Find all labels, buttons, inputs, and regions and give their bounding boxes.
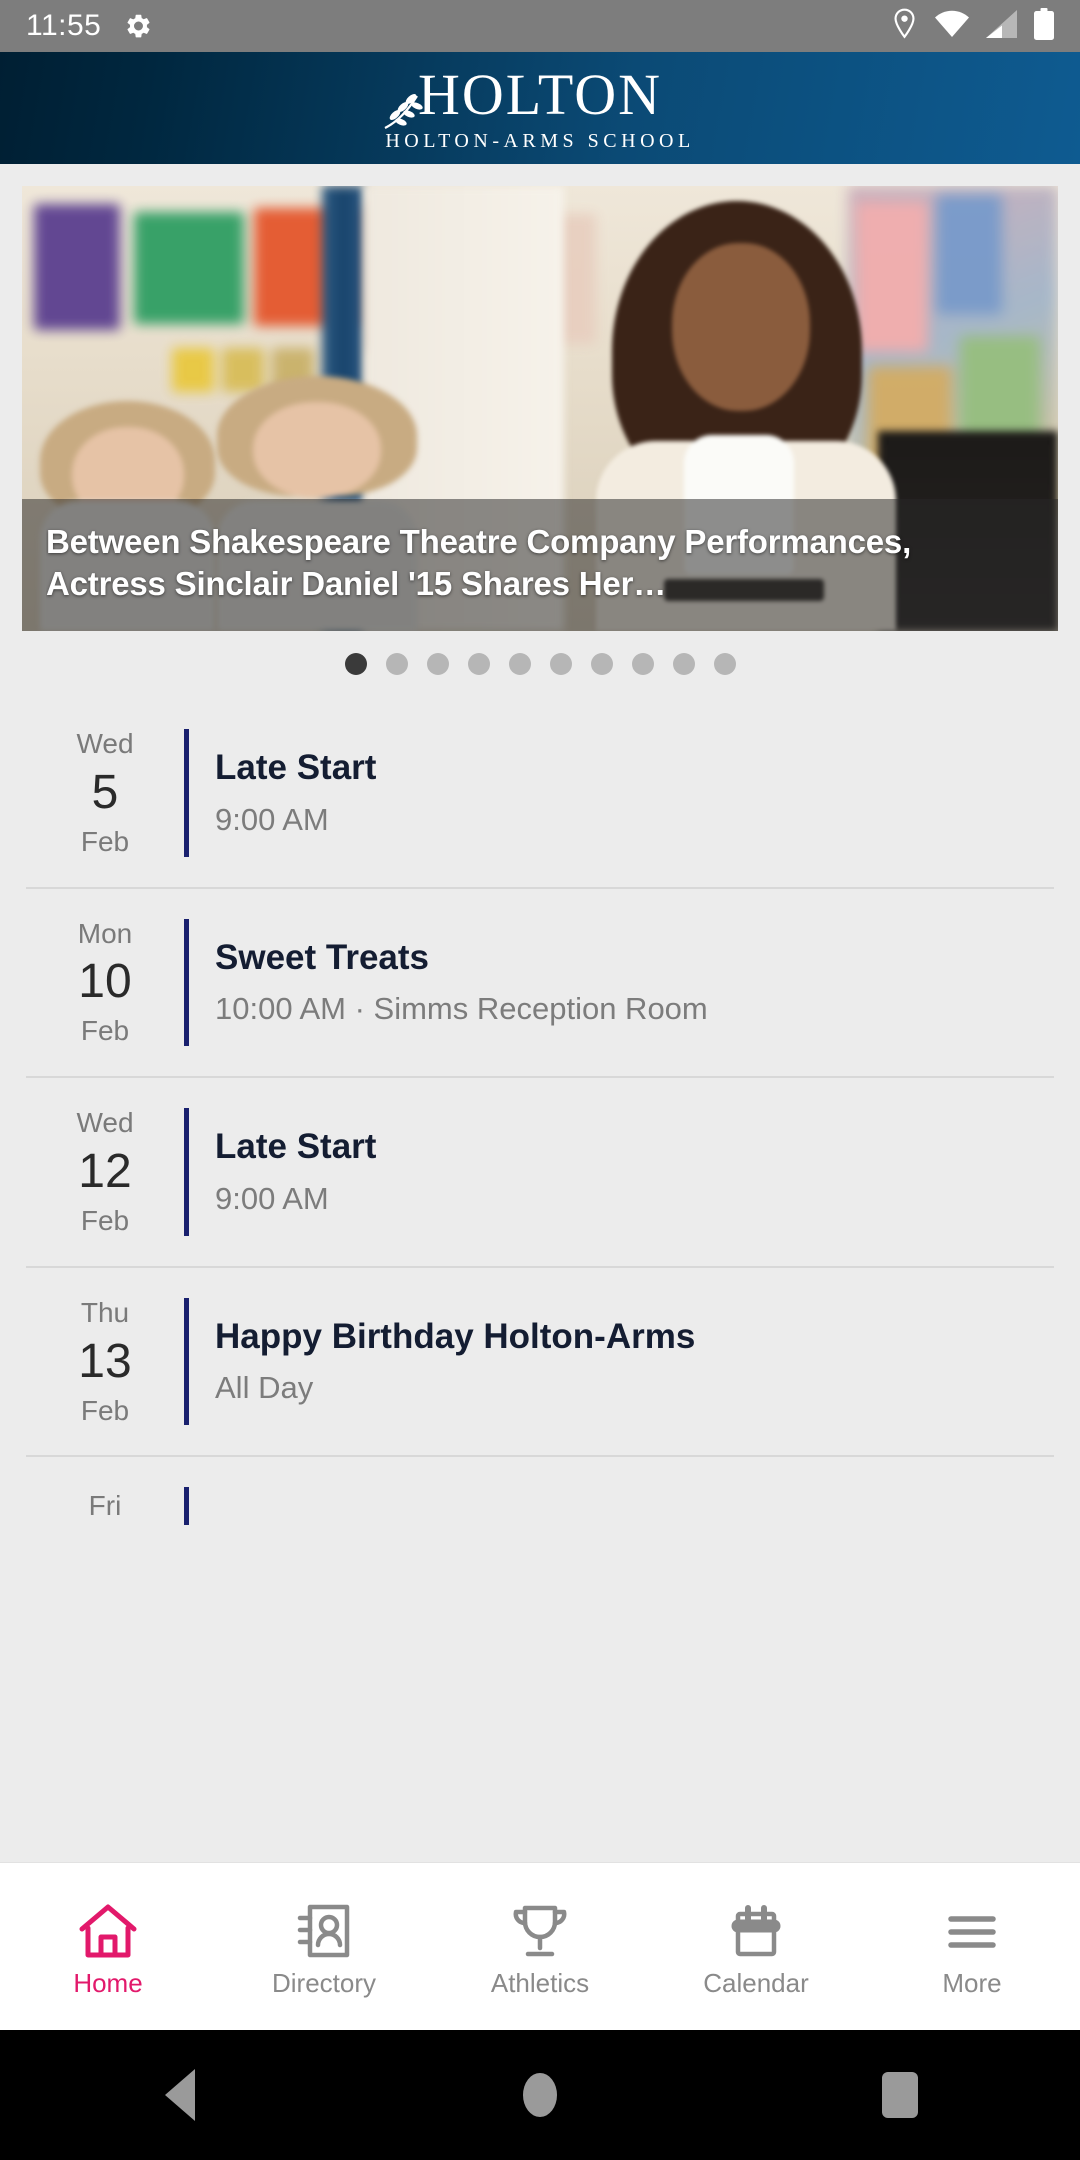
- event-month: Feb: [80, 1204, 130, 1236]
- event-daynumber: 5: [91, 765, 119, 819]
- wifi-icon: [935, 10, 969, 43]
- android-navigation-bar: [0, 2030, 1080, 2160]
- event-weekday: Fri: [88, 1490, 122, 1522]
- recents-icon[interactable]: [810, 2030, 990, 2160]
- olive-branch-icon: [384, 93, 423, 129]
- event-title: Sweet Treats: [215, 937, 429, 977]
- event-details: [189, 1483, 1054, 1529]
- calendar-icon: [725, 1898, 787, 1960]
- event-date: Thu 13 Feb: [26, 1294, 184, 1430]
- event-daynumber: 10: [78, 955, 132, 1009]
- event-weekday: Wed: [76, 1107, 134, 1139]
- table-row[interactable]: Wed 5 Feb Late Start 9:00 AM: [26, 699, 1054, 887]
- carousel-dot[interactable]: [508, 653, 531, 675]
- contact-book-icon: [293, 1898, 355, 1960]
- tab-label: Calendar: [703, 1967, 809, 1998]
- scroll-content[interactable]: Between Shakespeare Theatre Company Perf…: [0, 164, 1080, 1862]
- tab-home[interactable]: Home: [0, 1863, 216, 2030]
- event-details: Happy Birthday Holton-Arms All Day: [189, 1294, 1054, 1430]
- event-meta: 10:00 AM · Simms Reception Room: [215, 991, 708, 1027]
- hero-carousel[interactable]: Between Shakespeare Theatre Company Perf…: [0, 164, 1080, 631]
- event-details: Sweet Treats 10:00 AM · Simms Reception …: [189, 915, 1054, 1051]
- tab-label: Directory: [271, 1967, 376, 1998]
- tab-label: More: [942, 1967, 1002, 1998]
- event-weekday: Thu: [80, 1296, 130, 1328]
- event-date: Wed 12 Feb: [26, 1104, 184, 1240]
- carousel-dot[interactable]: [385, 653, 408, 675]
- hamburger-menu-icon: [941, 1898, 1003, 1960]
- table-row[interactable]: Mon 10 Feb Sweet Treats 10:00 AM · Simms…: [26, 886, 1054, 1077]
- carousel-dot[interactable]: [467, 653, 490, 675]
- event-date: Wed 5 Feb: [26, 725, 184, 861]
- battery-icon: [1034, 7, 1054, 45]
- event-details: Late Start 9:00 AM: [189, 725, 1054, 861]
- carousel-dot[interactable]: [631, 653, 654, 675]
- hero-slide[interactable]: Between Shakespeare Theatre Company Perf…: [22, 186, 1058, 631]
- carousel-dot[interactable]: [590, 653, 613, 675]
- event-weekday: Wed: [76, 728, 134, 759]
- event-title: Late Start: [215, 1127, 377, 1167]
- events-list: Wed 5 Feb Late Start 9:00 AM Mon 10 Feb: [0, 699, 1080, 1530]
- event-weekday: Mon: [77, 917, 133, 949]
- event-details: Late Start 9:00 AM: [189, 1104, 1054, 1240]
- home-circle-icon[interactable]: [450, 2030, 630, 2160]
- bottom-tab-bar: Home Directory Athletics Calendar More: [0, 1862, 1080, 2030]
- trophy-icon: [509, 1898, 571, 1960]
- status-bar-icons: [891, 7, 1054, 45]
- tab-directory[interactable]: Directory: [216, 1863, 432, 2030]
- event-title: Happy Birthday Holton-Arms: [215, 1316, 696, 1356]
- event-meta: 9:00 AM: [215, 1180, 329, 1216]
- event-daynumber: 13: [78, 1334, 132, 1388]
- school-logo: HOLTON HOLTON-ARMS SCHOOL: [384, 65, 695, 152]
- table-row[interactable]: Thu 13 Feb Happy Birthday Holton-Arms Al…: [26, 1265, 1054, 1456]
- status-bar-clock: 11:55: [26, 9, 102, 42]
- event-meta: All Day: [215, 1370, 314, 1406]
- carousel-dot[interactable]: [549, 653, 572, 675]
- table-row[interactable]: Wed 12 Feb Late Start 9:00 AM: [26, 1076, 1054, 1266]
- back-icon[interactable]: [90, 2030, 270, 2160]
- hero-caption: Between Shakespeare Theatre Company Perf…: [22, 498, 1058, 631]
- event-date: Mon 10 Feb: [26, 915, 184, 1051]
- event-month: Feb: [80, 1015, 130, 1047]
- event-daynumber: 12: [78, 1144, 132, 1198]
- event-month: Feb: [80, 1394, 130, 1426]
- android-status-bar: 11:55: [0, 0, 1080, 52]
- app-root: 11:55 HOLTON HOLTON-ARMS SCHOOL Between …: [0, 0, 1080, 2160]
- tab-label: Home: [73, 1967, 143, 1998]
- gear-icon: [123, 11, 153, 41]
- event-date: Fri: [26, 1483, 184, 1529]
- home-icon: [77, 1898, 139, 1960]
- tab-calendar[interactable]: Calendar: [648, 1863, 864, 2030]
- cellular-signal-icon: [986, 9, 1017, 43]
- tab-label: Athletics: [490, 1967, 590, 1998]
- tab-athletics[interactable]: Athletics: [432, 1863, 648, 2030]
- hero-caption-text: Between Shakespeare Theatre Company Perf…: [46, 522, 912, 602]
- carousel-dot[interactable]: [713, 653, 736, 675]
- tab-more[interactable]: More: [864, 1863, 1080, 2030]
- table-row[interactable]: Fri: [26, 1455, 1054, 1529]
- event-title: Late Start: [215, 748, 377, 788]
- app-header: HOLTON HOLTON-ARMS SCHOOL: [0, 52, 1080, 164]
- location-pin-icon: [891, 8, 918, 45]
- carousel-dot[interactable]: [344, 653, 367, 675]
- carousel-dots[interactable]: [0, 631, 1080, 699]
- event-month: Feb: [80, 825, 130, 857]
- logo-tagline: HOLTON-ARMS SCHOOL: [385, 129, 695, 152]
- carousel-dot[interactable]: [426, 653, 449, 675]
- carousel-dot[interactable]: [672, 653, 695, 675]
- event-meta: 9:00 AM: [215, 801, 329, 837]
